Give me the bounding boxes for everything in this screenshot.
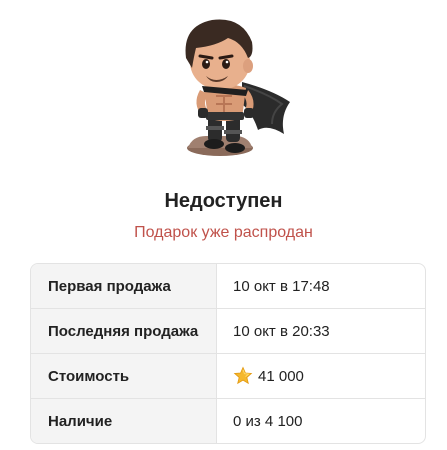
first-sale-label: Первая продажа bbox=[31, 264, 217, 308]
table-row-availability: Наличие 0 из 4 100 bbox=[31, 399, 425, 443]
status-title: Недоступен bbox=[164, 190, 283, 212]
last-sale-label: Последняя продажа bbox=[31, 309, 217, 353]
gift-card: Недоступен Подарок уже распродан Первая … bbox=[0, 0, 447, 450]
availability-value: 0 из 4 100 bbox=[233, 412, 303, 430]
hero-figurine-icon bbox=[172, 12, 297, 160]
availability-label: Наличие bbox=[31, 399, 217, 443]
star-icon bbox=[233, 366, 253, 386]
table-row-last-sale: Последняя продажа 10 окт в 20:33 bbox=[31, 309, 425, 354]
table-row-first-sale: Первая продажа 10 окт в 17:48 bbox=[31, 264, 425, 309]
price-label: Стоимость bbox=[31, 354, 217, 398]
price-cell: 41 000 bbox=[217, 354, 425, 398]
price-value: 41 000 bbox=[258, 367, 304, 385]
last-sale-value: 10 окт в 20:33 bbox=[233, 322, 330, 340]
first-sale-value: 10 окт в 17:48 bbox=[233, 277, 330, 295]
status-subtitle: Подарок уже распродан bbox=[134, 224, 313, 241]
gift-details-table: Первая продажа 10 окт в 17:48 Последняя … bbox=[30, 263, 426, 444]
table-row-price: Стоимость 41 000 bbox=[31, 354, 425, 399]
